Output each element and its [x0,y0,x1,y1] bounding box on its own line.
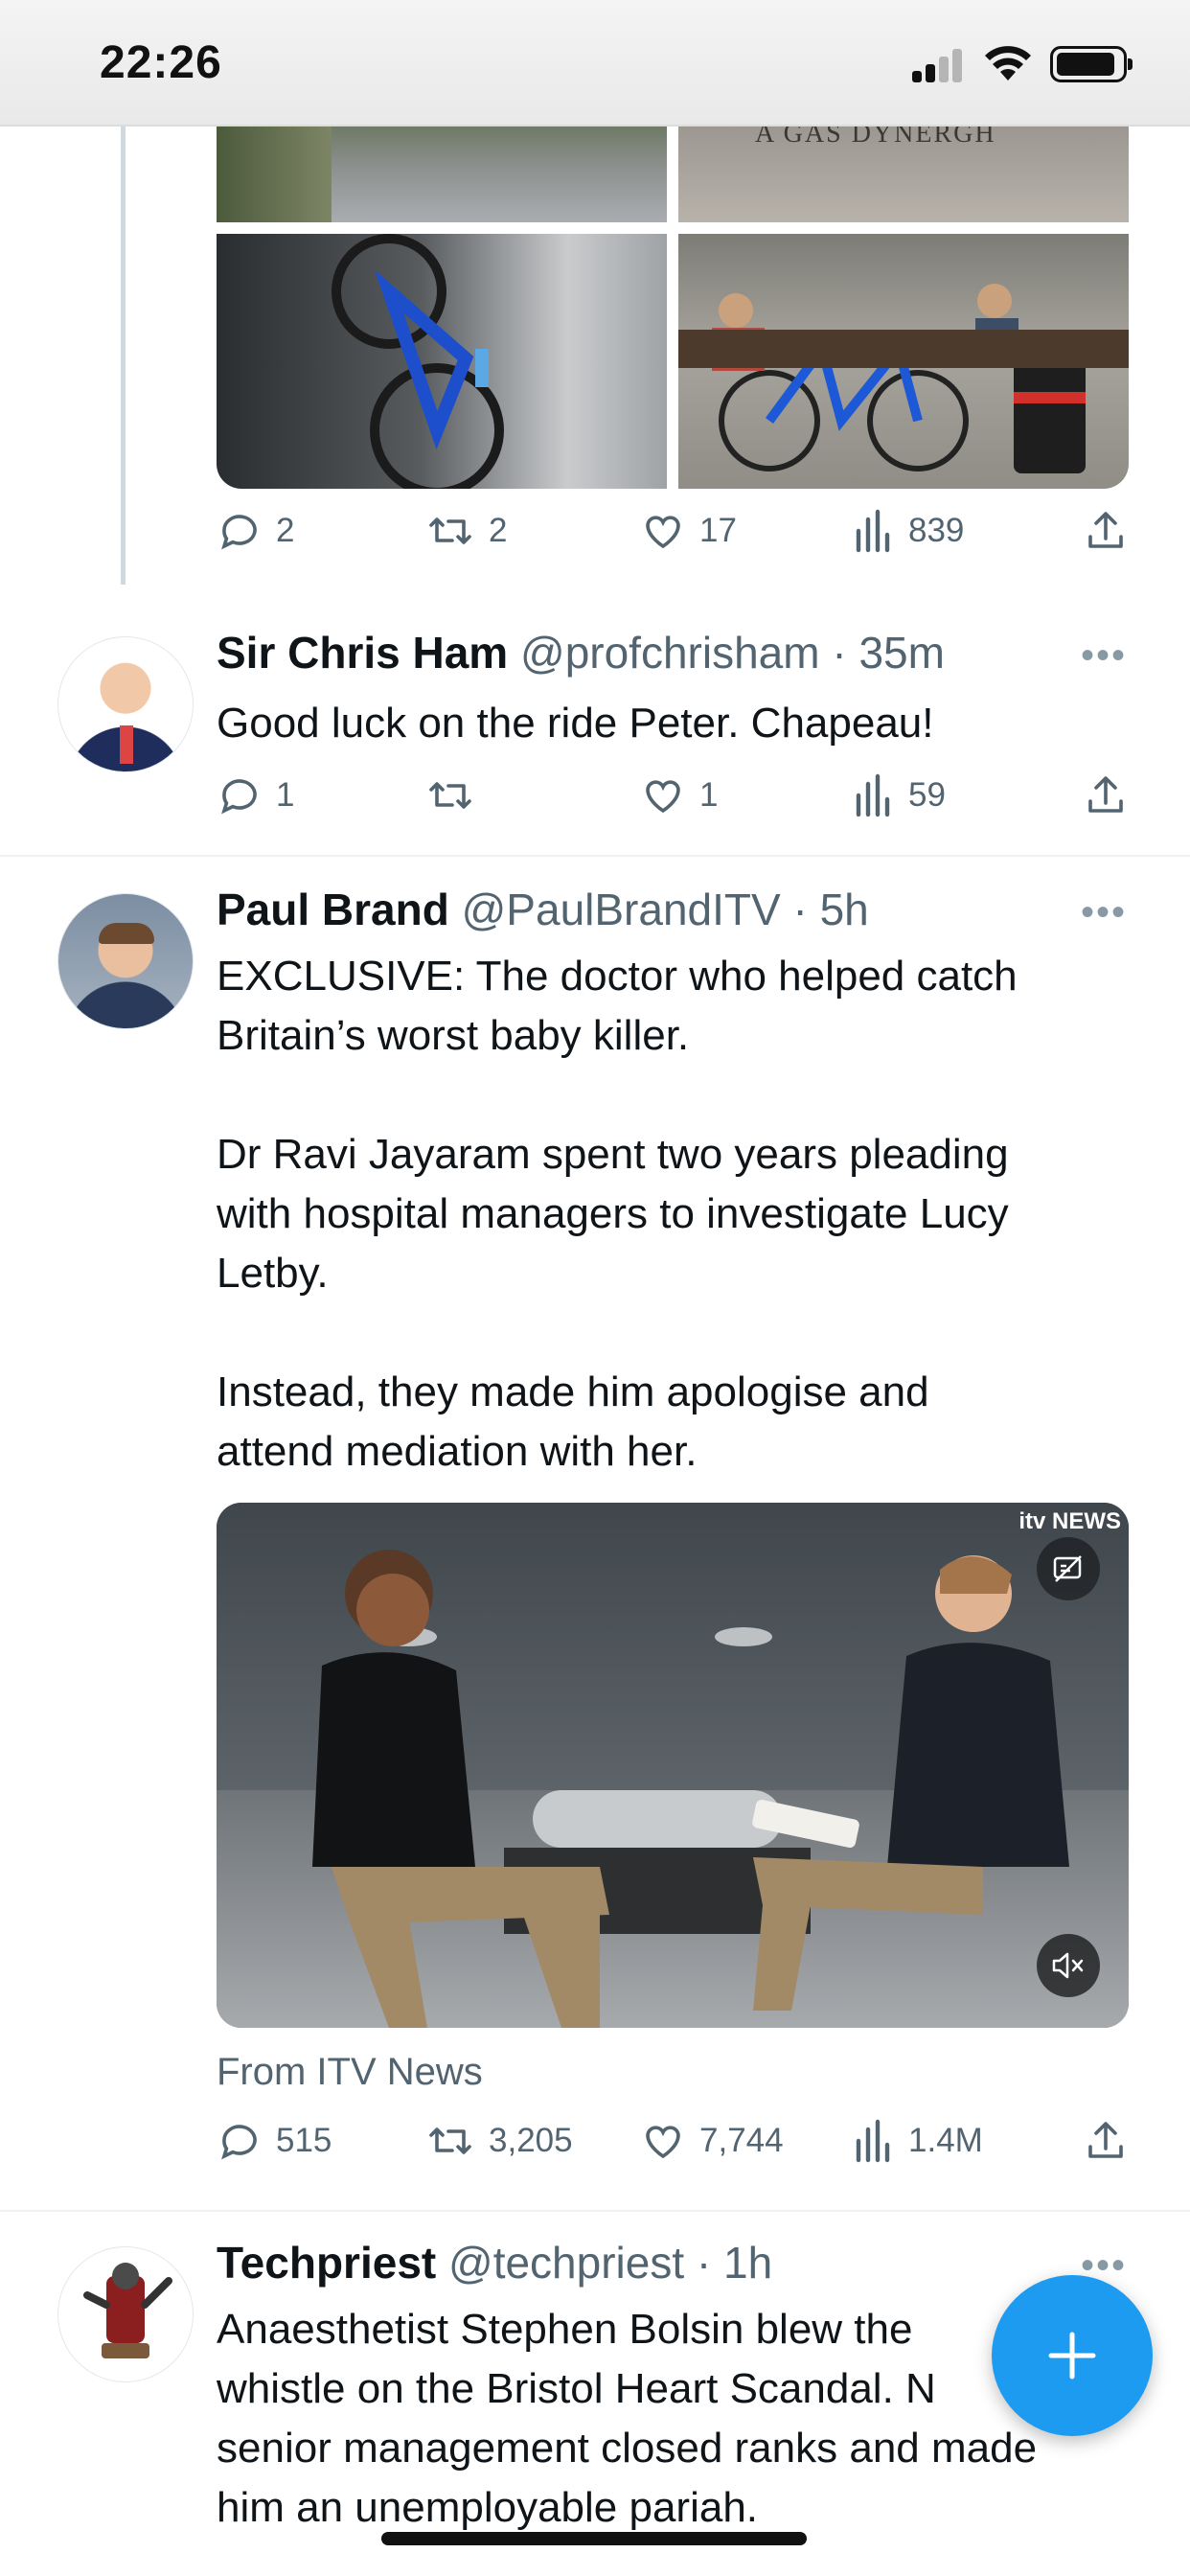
tweet-time: · 35m [832,628,945,678]
tweet-text-line: EXCLUSIVE: The doctor who helped catch [217,953,1018,1000]
retweet-icon [429,2128,471,2154]
views-button[interactable]: 59 [853,772,946,818]
retweet-icon [429,518,471,544]
tweet-divider [0,855,1190,857]
tweet-text: EXCLUSIVE: The doctor who helped catch B… [217,947,1146,1482]
views-count: 59 [908,776,946,814]
tweet-text-line: Instead, they made him apologise and [217,1368,929,1415]
tweet-text-line: Britain’s worst baby killer. [217,1012,690,1059]
reply-icon [221,779,257,815]
thread-connector-line [121,126,126,585]
tweet-video[interactable]: itv NEWS [217,1503,1129,2028]
speaker-muted-icon [1052,1952,1084,1979]
tweet-actions: 1 1 59 [217,772,1136,830]
retweet-count: 2 [489,512,508,549]
views-button[interactable]: 839 [853,508,964,554]
retweet-button[interactable]: 2 [425,508,507,554]
reply-icon [221,515,257,550]
status-time: 22:26 [100,37,222,88]
tweet-text-line: Letby. [217,1250,329,1297]
home-indicator[interactable] [381,2532,807,2545]
retweet-count: 3,205 [489,2122,573,2159]
author-name[interactable]: Paul Brand [217,885,449,934]
views-chart-icon [856,2119,890,2163]
share-icon [1088,512,1123,548]
retweet-button[interactable] [425,772,489,818]
reply-count: 2 [276,512,295,549]
captions-button[interactable] [1037,1537,1100,1600]
tweet-time: · 1h [696,2238,773,2288]
tweet-text-line: him an unemployable pariah. [217,2484,759,2531]
tweet-header: Techpriest @techpriest · 1h [217,2237,772,2288]
compose-tweet-button[interactable] [992,2275,1153,2436]
tweet-divider [0,2210,1190,2212]
tweet-header: Paul Brand @PaulBrandITV · 5h [217,884,869,935]
retweet-button[interactable]: 3,205 [425,2118,573,2164]
wifi-icon [985,46,1031,80]
retweet-icon [429,782,471,809]
author-handle[interactable]: @techpriest [448,2238,684,2288]
views-button[interactable]: 1.4M [853,2118,983,2164]
reply-button[interactable]: 1 [217,772,294,818]
tweet-text-line: Dr Ravi Jayaram spent two years pleading [217,1131,1009,1178]
author-name[interactable]: Sir Chris Ham [217,628,508,678]
author-handle[interactable]: @profchrisham [520,628,820,678]
tweet-actions: 515 3,205 7,744 1.4M [217,2118,1136,2175]
avatar[interactable] [57,636,194,772]
reply-icon [221,2125,257,2160]
share-button[interactable] [1083,772,1129,818]
itv-news-watermark: itv NEWS [1018,1508,1121,1534]
views-count: 1.4M [908,2122,983,2159]
media-photo-stone-plaque[interactable]: A GAS DYNERGH [678,126,1129,222]
share-icon [1088,2122,1123,2158]
tweet-actions: 2 2 17 839 [217,508,1136,565]
tweet-text-line: attend mediation with her. [217,1428,698,1475]
more-options-button[interactable]: ••• [1081,634,1127,678]
tweet-time: · 5h [792,885,869,934]
like-count: 1 [699,776,719,814]
plaque-inscription: A GAS DYNERGH [755,126,996,149]
plus-icon [1048,2332,1096,2380]
avatar[interactable] [57,2246,194,2382]
media-photo-road[interactable] [217,126,667,222]
like-button[interactable]: 17 [640,508,737,554]
like-count: 7,744 [699,2122,784,2159]
captions-icon [1053,1555,1082,1582]
author-handle[interactable]: @PaulBrandITV [462,885,781,934]
reply-button[interactable]: 515 [217,2118,332,2164]
tweet-text-line: senior management closed ranks and made [217,2425,1038,2472]
reply-count: 1 [276,776,295,814]
share-button[interactable] [1083,508,1129,554]
bike-illustration [332,234,504,489]
media-photo-bike-on-train[interactable] [217,234,667,489]
miniature-figure-image [83,2263,172,2358]
mute-button[interactable] [1037,1934,1100,1997]
views-chart-icon [856,773,890,817]
more-options-button[interactable]: ••• [1081,891,1127,934]
heart-icon [646,516,680,549]
battery-icon [1050,46,1133,82]
interview-scene [312,1550,1069,2028]
like-button[interactable]: 7,744 [640,2118,784,2164]
views-count: 839 [908,512,965,549]
views-chart-icon [856,509,890,553]
status-bar: 22:26 [0,0,1190,126]
like-button[interactable]: 1 [640,772,718,818]
tweet-text-line: with hospital managers to investigate Lu… [217,1190,1009,1237]
cellular-signal-icon [912,48,966,82]
media-photo-bike-station[interactable] [678,234,1129,489]
source-attribution[interactable]: From ITV News [217,2051,483,2094]
share-button[interactable] [1083,2118,1129,2164]
tweet-header: Sir Chris Ham @profchrisham · 35m [217,627,945,678]
tweet-media-grid[interactable]: A GAS DYNERGH [217,126,1129,489]
reply-button[interactable]: 2 [217,508,294,554]
share-icon [1088,776,1123,813]
tweet-text: Good luck on the ride Peter. Chapeau! [217,700,934,747]
heart-icon [646,780,680,814]
avatar[interactable] [57,893,194,1029]
author-name[interactable]: Techpriest [217,2238,436,2288]
like-count: 17 [699,512,737,549]
heart-icon [646,2126,680,2159]
reply-count: 515 [276,2122,332,2159]
